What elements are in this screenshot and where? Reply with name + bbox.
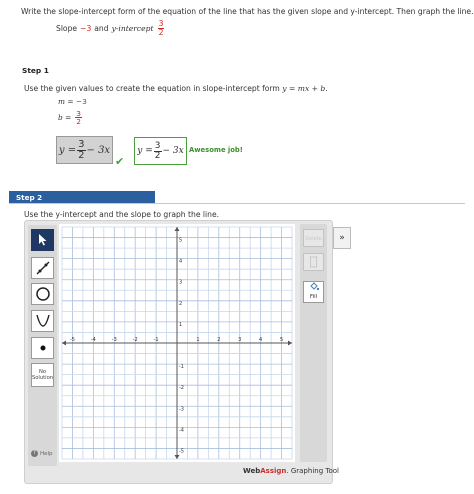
point-icon xyxy=(40,345,45,351)
y-tick-label: -1 xyxy=(179,364,184,370)
x-tick-label: -5 xyxy=(70,337,75,343)
entry-denominator: 2 xyxy=(78,149,85,161)
y-axis-arrow-down xyxy=(174,455,180,459)
and-text: and xyxy=(94,23,109,33)
point-tool-button[interactable] xyxy=(31,337,54,359)
b-fraction: 3 2 xyxy=(75,110,82,126)
webassign-brand: WebAssign. Graphing Tool xyxy=(243,467,339,475)
b-label: b = xyxy=(58,113,72,123)
parabola-icon xyxy=(35,314,50,327)
y-tick-label: -4 xyxy=(179,427,184,433)
m-value: −3 xyxy=(75,97,87,106)
intercept-label: y-intercept xyxy=(111,23,154,33)
problem-statement: Write the slope-intercept form of the eq… xyxy=(21,7,474,16)
answer-denominator: 2 xyxy=(154,150,161,161)
x-tick-label: 2 xyxy=(217,337,220,343)
answer-box: y = 3 2 − 3x xyxy=(134,137,187,165)
y-tick-label: -5 xyxy=(179,448,184,454)
checkmark-icon: ✔ xyxy=(115,155,125,168)
graph-canvas[interactable]: -5 -4 -3 -2 -1 1 2 3 4 5 5 4 3 2 1 -1 -2 -3 -4 -5 xyxy=(59,224,295,462)
y-tick-label: 5 xyxy=(179,238,182,244)
answer-left: y = xyxy=(137,146,153,156)
delete-button[interactable]: Delete xyxy=(303,229,324,247)
help-icon: ? xyxy=(31,450,38,457)
step2-instruction: Use the y-intercept and the slope to gra… xyxy=(24,210,219,219)
line-tool-button[interactable] xyxy=(31,257,54,279)
parabola-tool-button[interactable] xyxy=(31,310,54,332)
given-values: Slope −3 and y-intercept 3 2 xyxy=(56,20,165,36)
answer-fraction: 3 2 xyxy=(153,140,162,161)
m-label: m = xyxy=(58,97,74,106)
x-tick-label: -2 xyxy=(133,337,138,343)
y-tick-label: -3 xyxy=(179,406,184,412)
pointer-icon xyxy=(38,234,46,246)
entry-fraction: 3 2 xyxy=(77,138,86,161)
help-link[interactable]: ? Help xyxy=(31,450,53,457)
circle-icon xyxy=(35,287,50,301)
trash-icon xyxy=(309,256,318,268)
x-axis-arrow-right xyxy=(288,340,292,346)
step2-instruction-text: Use the y-intercept and the slope to gra… xyxy=(24,210,220,219)
feedback-message: Awesome job! xyxy=(189,146,243,154)
slope-value: −3 xyxy=(80,23,92,33)
x-axis-arrow-left xyxy=(62,340,66,346)
equation-entry-box[interactable]: y = 3 2 − 3x xyxy=(56,136,113,164)
line-icon xyxy=(36,261,49,275)
x-tick-label: -1 xyxy=(154,337,159,343)
m-value-line: m = −3 xyxy=(58,97,87,106)
x-tick-label: 4 xyxy=(259,337,262,343)
step1-instruction: Use the given values to create the equat… xyxy=(24,84,328,93)
x-tick-label: 3 xyxy=(238,337,241,343)
intercept-fraction: 3 2 xyxy=(157,20,165,37)
help-label: Help xyxy=(40,450,53,457)
y-tick-label: 2 xyxy=(179,301,182,307)
step2-divider xyxy=(9,203,465,204)
x-tick-label: 5 xyxy=(280,337,283,343)
brand-assign: Assign xyxy=(260,467,287,475)
y-tick-label: 3 xyxy=(179,280,182,286)
brand-web: Web xyxy=(243,467,261,475)
y-axis-arrow-up xyxy=(174,227,180,231)
pointer-tool-button[interactable] xyxy=(31,229,54,251)
x-tick-label: -4 xyxy=(91,337,96,343)
b-denominator: 2 xyxy=(76,117,81,127)
no-solution-button[interactable]: No Solution xyxy=(31,363,54,387)
step1-heading: Step 1 xyxy=(22,66,49,75)
x-tick-label: -3 xyxy=(112,337,117,343)
entry-right: − 3x xyxy=(86,144,111,156)
answer-right: − 3x xyxy=(162,146,184,156)
fill-button[interactable]: Fill xyxy=(303,281,324,303)
entry-left: y = xyxy=(58,144,77,156)
paint-bucket-icon xyxy=(309,282,319,291)
circle-tool-button[interactable] xyxy=(31,283,54,305)
slope-intercept-formula: y = mx + b. xyxy=(282,84,328,93)
coordinate-grid[interactable]: -5 -4 -3 -2 -1 1 2 3 4 5 5 4 3 2 1 -1 -2 -3 -4 -5 xyxy=(59,224,295,462)
y-tick-label: 1 xyxy=(179,322,182,328)
y-tick-label: 4 xyxy=(179,259,182,265)
graphing-toolbar: No Solution xyxy=(28,225,57,466)
clear-button[interactable] xyxy=(303,253,324,271)
fill-label: Fill xyxy=(309,294,318,300)
brand-graphing-tool: . Graphing Tool xyxy=(286,467,339,475)
step1-instruction-text: Use the given values to create the equat… xyxy=(24,84,280,93)
entry-numerator: 3 xyxy=(77,138,86,151)
intercept-denominator: 2 xyxy=(158,27,164,37)
b-value-line: b = 3 2 xyxy=(58,110,83,126)
expand-button[interactable]: » xyxy=(333,227,351,249)
answer-numerator: 3 xyxy=(153,140,162,152)
x-tick-label: 1 xyxy=(196,337,199,343)
slope-label: Slope xyxy=(56,23,78,33)
no-solution-label-2: Solution xyxy=(31,375,54,381)
y-tick-label: -2 xyxy=(179,385,184,391)
